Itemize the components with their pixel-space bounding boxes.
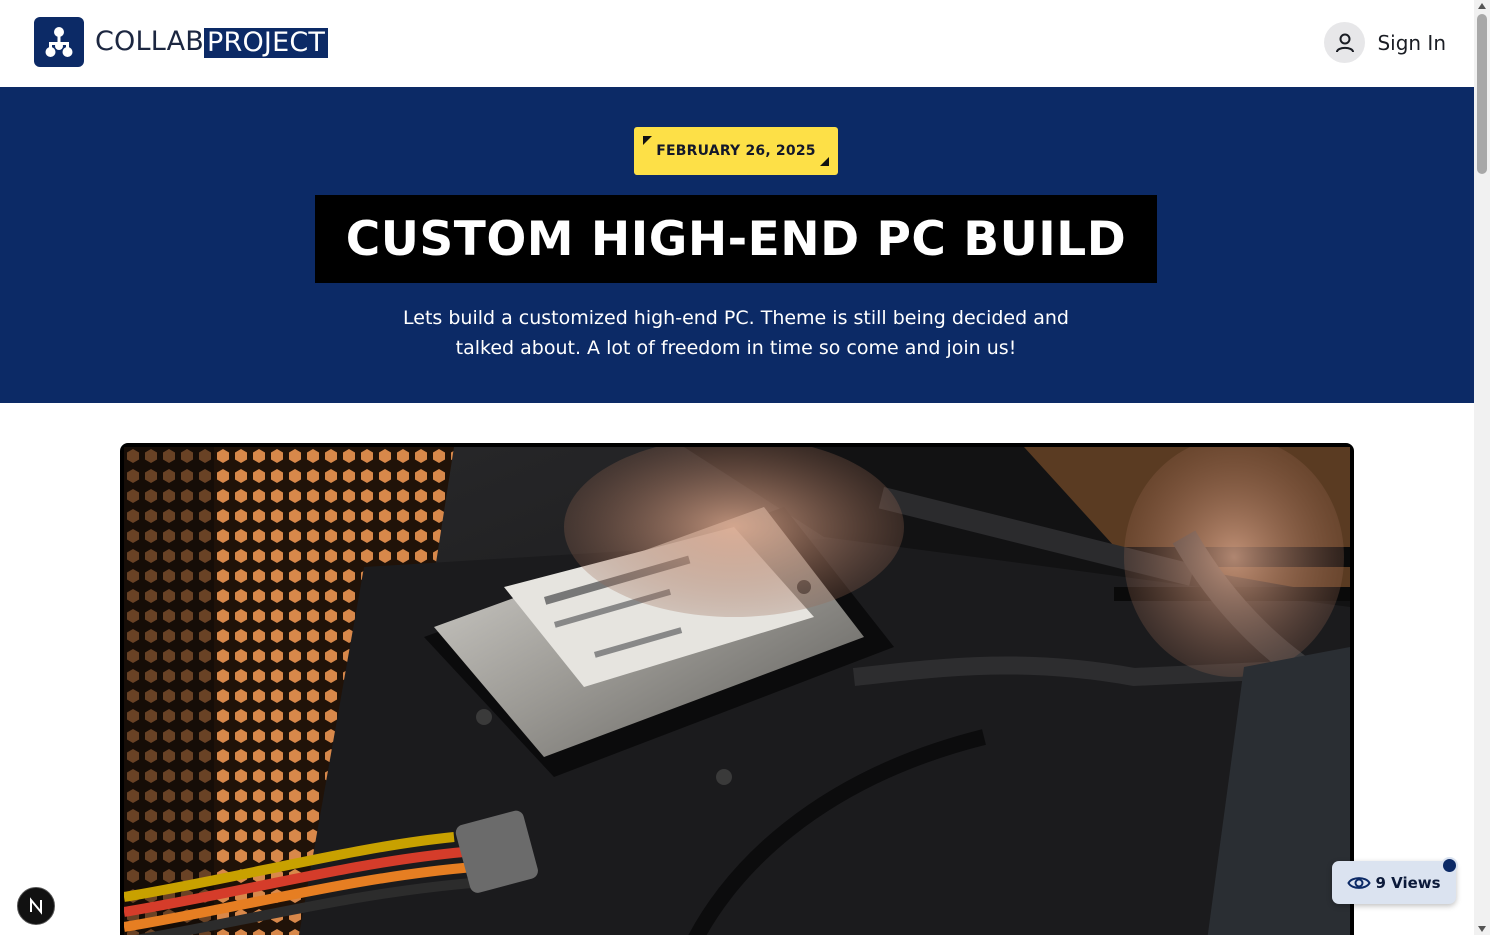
project-date: FEBRUARY 26, 2025 [656, 143, 816, 159]
dev-tools-badge[interactable] [17, 887, 55, 925]
views-count: 9 Views [1375, 873, 1441, 892]
page: COLLAB PROJECT Sign In FEBRUARY 26, 2025… [0, 0, 1474, 935]
site-header: COLLAB PROJECT Sign In [0, 0, 1474, 87]
hierarchy-icon [34, 17, 84, 67]
project-description: Lets build a customized high-end PC. The… [403, 307, 1069, 359]
project-hero: FEBRUARY 26, 2025 CUSTOM HIGH-END PC BUI… [0, 87, 1474, 403]
sign-in-button[interactable]: Sign In [1324, 22, 1446, 63]
logo-word-project: PROJECT [204, 27, 329, 58]
project-title: CUSTOM HIGH-END PC BUILD [345, 211, 1127, 267]
corner-mark-icon [643, 136, 652, 145]
scroll-down-arrow-icon[interactable] [1478, 926, 1486, 932]
corner-mark-icon [820, 157, 829, 166]
logo[interactable]: COLLAB PROJECT [34, 17, 329, 67]
scroll-up-arrow-icon[interactable] [1478, 3, 1486, 9]
logo-word-collab: COLLAB [95, 26, 205, 57]
title-box: CUSTOM HIGH-END PC BUILD [315, 195, 1157, 283]
eye-icon [1347, 874, 1372, 892]
views-counter[interactable]: 9 Views [1332, 857, 1458, 904]
date-badge: FEBRUARY 26, 2025 [634, 127, 838, 175]
project-cover-image [120, 443, 1354, 935]
sign-in-label: Sign In [1377, 30, 1446, 55]
page-scrollbar[interactable] [1474, 0, 1490, 935]
pc-build-photo [124, 447, 1350, 935]
n-logo-icon [30, 897, 42, 915]
scroll-thumb[interactable] [1477, 14, 1487, 174]
notification-dot [1441, 857, 1458, 874]
user-icon [1324, 22, 1366, 63]
